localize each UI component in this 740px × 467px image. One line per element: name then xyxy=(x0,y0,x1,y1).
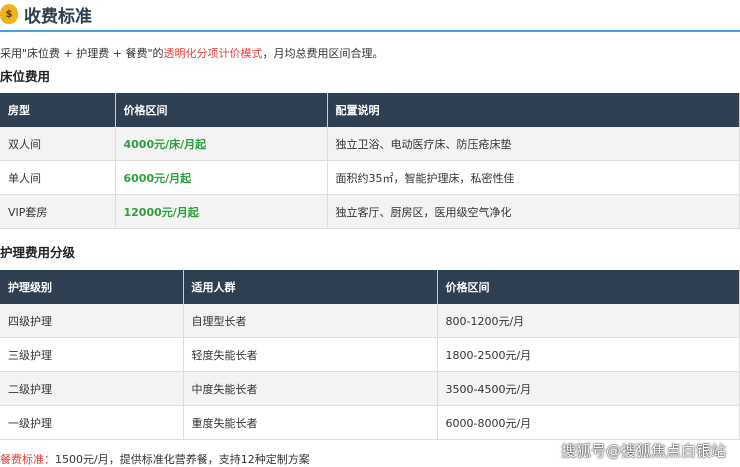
cell: 一级护理 xyxy=(0,405,184,440)
table-row: VIP套房 12000元/月起 独立客厅、厨房区，医用级空气净化 xyxy=(0,194,740,229)
watermark: 搜狐号@搜狐焦点白银站 xyxy=(560,442,726,460)
cell: 三级护理 xyxy=(0,337,184,372)
meal-fee-text: 1500元/月，提供标准化营养餐，支持12种定制方案 xyxy=(55,453,310,466)
table-row: 三级护理 轻度失能长者 1800-2500元/月 xyxy=(0,337,740,372)
cell: 单人间 xyxy=(0,160,116,195)
cell: 独立客厅、厨房区，医用级空气净化 xyxy=(327,194,740,229)
cell: 双人间 xyxy=(0,127,116,161)
cell: 四级护理 xyxy=(0,304,184,338)
bed-table: 房型 价格区间 配置说明 双人间 4000元/床/月起 独立卫浴、电动医疗床、防压疮床垫… xyxy=(0,93,740,229)
col-header: 配置说明 xyxy=(327,93,740,127)
care-table: 护理级别 适用人群 价格区间 四级护理 自理型长者 800-1200元/月 三级护理 轻度… xyxy=(0,270,740,440)
col-header: 适用人群 xyxy=(183,270,438,304)
cell: 3500-4500元/月 xyxy=(437,371,740,406)
care-heading: 护理费用分级 xyxy=(0,245,76,260)
table-row: 一级护理 重度失能长者 6000-8000元/月 xyxy=(0,405,740,440)
col-header: 价格区间 xyxy=(437,270,740,304)
table-row: 双人间 4000元/床/月起 独立卫浴、电动医疗床、防压疮床垫 xyxy=(0,127,740,161)
intro-text: 采用"床位费 + 护理费 + 餐费"的透明化分项计价模式，月均总费用区间合理。 xyxy=(0,45,384,61)
price-cell: 4000元/床/月起 xyxy=(115,127,328,161)
table-row: 二级护理 中度失能长者 3500-4500元/月 xyxy=(0,371,740,406)
table-row: 四级护理 自理型长者 800-1200元/月 xyxy=(0,304,740,338)
cell: 自理型长者 xyxy=(183,304,438,338)
col-header: 价格区间 xyxy=(115,93,328,127)
col-header: 护理级别 xyxy=(0,270,184,304)
cell: 重度失能长者 xyxy=(183,405,438,440)
cell: 800-1200元/月 xyxy=(437,304,740,338)
cell: 1800-2500元/月 xyxy=(437,337,740,372)
bed-heading: 床位费用 xyxy=(0,69,51,84)
price-cell: 6000元/月起 xyxy=(115,160,328,195)
cell: 轻度失能长者 xyxy=(183,337,438,372)
meal-fee-note: 餐费标准：1500元/月，提供标准化营养餐，支持12种定制方案 xyxy=(0,451,310,467)
cell: 中度失能长者 xyxy=(183,371,438,406)
table-row: 单人间 6000元/月起 面积约35㎡，智能护理床，私密性佳 xyxy=(0,160,740,195)
cell: VIP套房 xyxy=(0,194,116,229)
meal-fee-label: 餐费标准： xyxy=(0,453,55,466)
cell: 6000-8000元/月 xyxy=(437,405,740,440)
intro-prefix: 采用"床位费 + 护理费 + 餐费"的 xyxy=(0,47,164,60)
cell: 面积约35㎡，智能护理床，私密性佳 xyxy=(327,160,740,195)
intro-suffix: ，月均总费用区间合理。 xyxy=(262,47,384,60)
price-cell: 12000元/月起 xyxy=(115,194,328,229)
money-bag-icon: $ xyxy=(0,4,18,24)
cell: 独立卫浴、电动医疗床、防压疮床垫 xyxy=(327,127,740,161)
divider xyxy=(0,30,740,32)
cell: 二级护理 xyxy=(0,371,184,406)
col-header: 房型 xyxy=(0,93,116,127)
title-text: 收费标准 xyxy=(24,6,92,27)
page-title: $ 收费标准 xyxy=(0,0,92,28)
intro-highlight: 透明化分项计价模式 xyxy=(163,47,263,60)
